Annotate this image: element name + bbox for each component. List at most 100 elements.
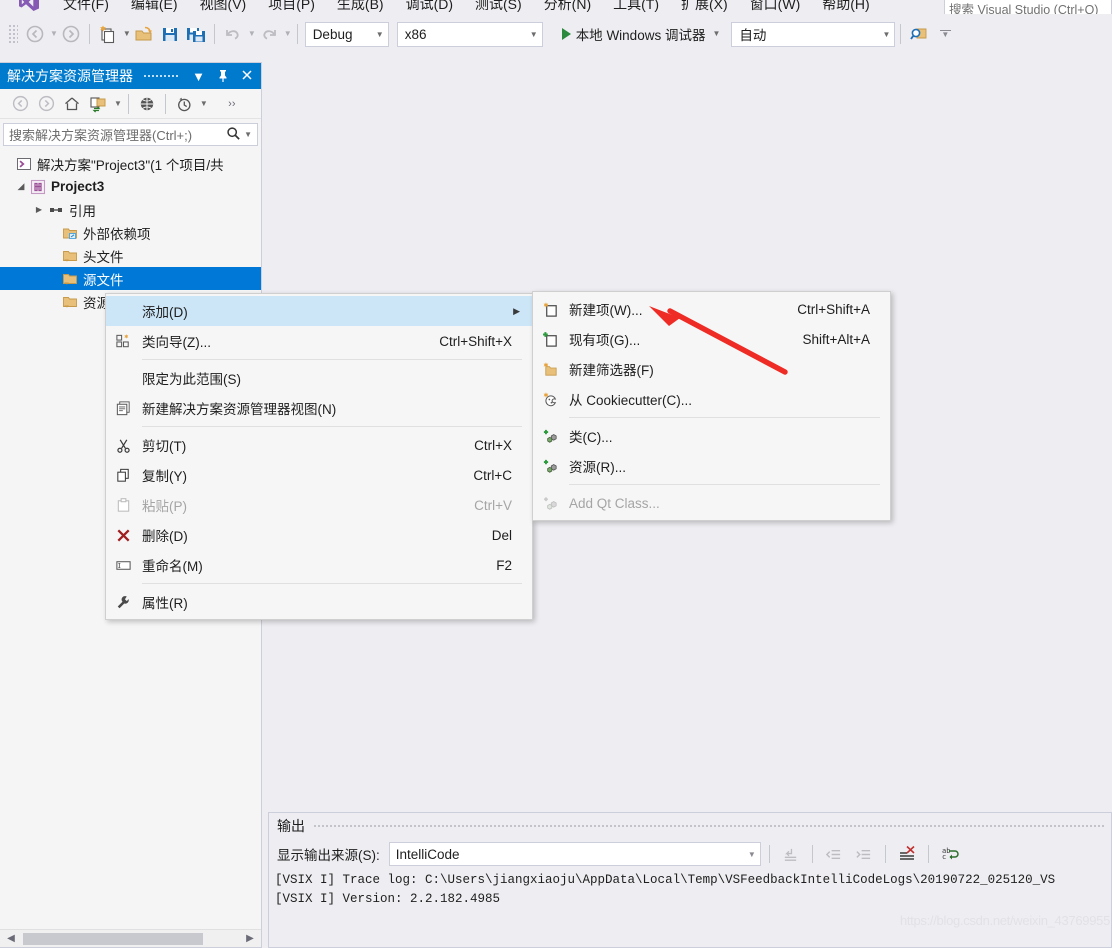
solution-explorer-titlebar: 解决方案资源管理器 ▼ xyxy=(0,63,261,89)
search-icon[interactable] xyxy=(226,126,241,144)
pin-icon[interactable] xyxy=(213,69,233,84)
search-solution-explorer-input[interactable]: 搜索解决方案资源管理器(Ctrl+;) ▼ xyxy=(3,123,258,146)
submenu-item-from-cookiecutter[interactable]: 从 Cookiecutter(C)... xyxy=(533,384,890,414)
menu-item-test[interactable]: 测试(S) xyxy=(464,0,533,14)
output-text-area[interactable]: [VSIX I] Trace log: C:\Users\jiangxiaoju… xyxy=(269,869,1111,947)
menu-item-help[interactable]: 帮助(H) xyxy=(811,0,880,14)
menu-item-window[interactable]: 窗口(W) xyxy=(739,0,812,14)
menu-item-shortcut: Ctrl+X xyxy=(474,438,526,453)
new-project-icon[interactable] xyxy=(95,21,121,47)
menu-item-delete[interactable]: 删除(D) Del xyxy=(106,520,532,550)
expander-collapsed-icon[interactable]: ▶ xyxy=(32,205,46,214)
menu-item-new-solution-explorer-view[interactable]: 新建解决方案资源管理器视图(N) xyxy=(106,393,532,423)
clear-all-icon[interactable] xyxy=(894,842,920,866)
menu-item-edit[interactable]: 编辑(E) xyxy=(120,0,189,14)
scroll-right-icon[interactable]: ▶ xyxy=(242,933,258,944)
solution-explorer-horizontal-scrollbar[interactable]: ◀ ▶ xyxy=(0,929,261,947)
tree-node-source-files[interactable]: 源文件 xyxy=(0,267,261,290)
find-in-files-icon[interactable] xyxy=(906,21,932,47)
save-icon[interactable] xyxy=(157,21,183,47)
undo-icon[interactable] xyxy=(220,21,246,47)
output-panel-drag-dots xyxy=(313,813,1105,839)
menu-item-analyze[interactable]: 分析(N) xyxy=(533,0,602,14)
menu-item-copy[interactable]: 复制(Y) Ctrl+C xyxy=(106,460,532,490)
output-panel: 输出 显示输出来源(S): IntelliCode ▼ xyxy=(268,812,1112,948)
chevron-down-icon[interactable]: ▼ xyxy=(244,131,252,139)
new-item-icon xyxy=(533,301,567,318)
menu-item-label: 新建解决方案资源管理器视图(N) xyxy=(140,398,526,418)
solution-configuration-combo[interactable]: Debug ▼ xyxy=(305,22,389,47)
navigate-backward-dropdown-icon[interactable]: ▼ xyxy=(50,30,58,38)
toggle-word-wrap-icon[interactable]: abc xyxy=(937,842,963,866)
menu-separator xyxy=(142,359,522,360)
chevron-down-icon: ▼ xyxy=(748,850,756,859)
menu-item-build[interactable]: 生成(B) xyxy=(326,0,395,14)
new-view-icon xyxy=(106,400,140,417)
submenu-item-label: 现有项(G)... xyxy=(567,329,802,349)
history-icon[interactable] xyxy=(172,93,196,115)
menu-item-scope-to-this[interactable]: 限定为此范围(S) xyxy=(106,363,532,393)
submenu-item-existing-item[interactable]: 现有项(G)... Shift+Alt+A xyxy=(533,324,890,354)
tree-node-references[interactable]: ▶ 引用 xyxy=(0,198,261,221)
cookiecutter-icon xyxy=(533,391,567,408)
back-icon[interactable] xyxy=(8,93,32,115)
toolbar-separator xyxy=(89,24,90,44)
tree-node-solution[interactable]: 解决方案"Project3"(1 个项目/共 xyxy=(0,152,261,175)
toolbar-grip[interactable] xyxy=(8,24,18,44)
navigate-forward-button[interactable] xyxy=(58,21,84,47)
next-message-icon[interactable] xyxy=(851,842,877,866)
close-icon[interactable] xyxy=(237,69,257,83)
menu-item-tools[interactable]: 工具(T) xyxy=(602,0,670,14)
debug-type-combo[interactable]: 自动 ▼ xyxy=(731,22,895,47)
redo-dropdown-icon[interactable]: ▼ xyxy=(284,30,292,38)
solution-platform-combo[interactable]: x86 ▼ xyxy=(397,22,543,47)
menu-item-label: 删除(D) xyxy=(140,525,492,545)
menu-item-debug[interactable]: 调试(D) xyxy=(395,0,464,14)
save-all-icon[interactable] xyxy=(183,21,209,47)
menu-item-class-wizard[interactable]: 类向导(Z)... Ctrl+Shift+X xyxy=(106,326,532,356)
previous-message-icon[interactable] xyxy=(821,842,847,866)
cpp-project-icon xyxy=(28,179,48,195)
chevron-down-icon[interactable]: ▼ xyxy=(188,70,209,83)
menu-item-project[interactable]: 项目(P) xyxy=(257,0,326,14)
menu-item-rename[interactable]: 重命名(M) F2 xyxy=(106,550,532,580)
navigate-backward-button[interactable] xyxy=(22,21,48,47)
open-folder-icon[interactable] xyxy=(131,21,157,47)
pending-changes-dropdown-icon[interactable]: ▼ xyxy=(114,100,122,108)
menu-item-properties[interactable]: 属性(R) xyxy=(106,587,532,617)
menu-item-add[interactable]: 添加(D) ▶ xyxy=(106,296,532,326)
submenu-item-new-item[interactable]: 新建项(W)... Ctrl+Shift+A xyxy=(533,294,890,324)
tree-node-header-files[interactable]: 头文件 xyxy=(0,244,261,267)
menu-item-extensions[interactable]: 扩展(X) xyxy=(670,0,739,14)
play-icon xyxy=(562,28,571,40)
menu-item-label: 剪切(T) xyxy=(140,435,474,455)
menu-item-file[interactable]: 文件(F) xyxy=(52,0,120,14)
submenu-item-new-filter[interactable]: 新建筛选器(F) xyxy=(533,354,890,384)
chevron-down-icon: ▼ xyxy=(376,30,384,39)
home-icon[interactable] xyxy=(60,93,84,115)
undo-dropdown-icon[interactable]: ▼ xyxy=(248,30,256,38)
menu-item-view[interactable]: 视图(V) xyxy=(189,0,258,14)
overflow-icon[interactable]: ›› xyxy=(220,93,244,115)
tree-node-project3[interactable]: ◢ Project3 xyxy=(0,175,261,198)
expander-expanded-icon[interactable]: ◢ xyxy=(14,181,28,192)
tree-node-external-dependencies[interactable]: 外部依赖项 xyxy=(0,221,261,244)
jump-to-message-icon[interactable] xyxy=(778,842,804,866)
submenu-item-resource[interactable]: 资源(R)... xyxy=(533,451,890,481)
chevron-down-icon: ▼ xyxy=(882,30,890,39)
forward-icon[interactable] xyxy=(34,93,58,115)
output-source-combo[interactable]: IntelliCode ▼ xyxy=(389,842,761,866)
show-all-files-icon[interactable] xyxy=(135,93,159,115)
submenu-item-class[interactable]: 类(C)... xyxy=(533,421,890,451)
redo-icon[interactable] xyxy=(256,21,282,47)
menu-item-cut[interactable]: 剪切(T) Ctrl+X xyxy=(106,430,532,460)
start-debugging-button[interactable]: 本地 Windows 调试器 ▼ xyxy=(557,24,726,44)
scroll-left-icon[interactable]: ◀ xyxy=(3,933,19,944)
history-dropdown-icon[interactable]: ▼ xyxy=(200,100,208,108)
new-project-dropdown-icon[interactable]: ▼ xyxy=(123,30,131,38)
toolbar-overflow-icon[interactable]: ▼ xyxy=(932,21,958,47)
vs-quick-launch-search[interactable]: 搜索 Visual Studio (Ctrl+Q) xyxy=(944,0,1112,14)
delete-icon xyxy=(106,527,140,544)
pending-changes-icon[interactable] xyxy=(86,93,110,115)
scrollbar-thumb[interactable] xyxy=(23,933,203,945)
